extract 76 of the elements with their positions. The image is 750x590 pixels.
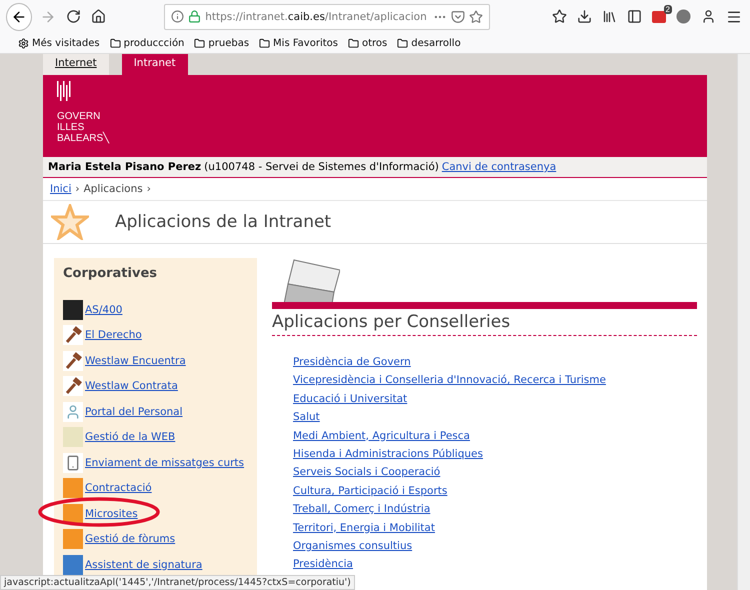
bookmark-item[interactable]: desarrollo	[397, 38, 461, 48]
site-tab[interactable]: Intranet	[122, 54, 188, 75]
conselleria-link[interactable]: Treball, Comerç i Indústria	[293, 503, 697, 516]
lock-icon	[188, 10, 202, 23]
user-detail: (u100748 - Servei de Sistemes d'Informació)	[204, 161, 439, 173]
scrollbar[interactable]	[737, 54, 750, 590]
conselleria-link[interactable]: Cultura, Participació i Esports	[293, 484, 697, 497]
url-text: https://intranet.caib.es/Intranet/aplicacion	[205, 10, 428, 22]
gavel-icon	[63, 325, 83, 346]
conselleria-link[interactable]: Educació i Universitat	[293, 392, 697, 405]
signature-icon	[63, 554, 83, 575]
web-icon	[63, 427, 83, 448]
chevron-icon: ›	[146, 183, 151, 195]
bookmark-item[interactable]: produccción	[110, 38, 184, 48]
app-link[interactable]: El Derecho	[85, 329, 142, 342]
gavel-icon	[63, 350, 83, 371]
app-link[interactable]: Enviament de missatges curts	[85, 456, 244, 469]
server-icon	[63, 300, 83, 320]
star-tray-icon[interactable]	[550, 7, 569, 26]
back-button[interactable]	[6, 2, 32, 30]
app-link[interactable]: Microsites	[85, 508, 138, 520]
folder-icon	[397, 38, 408, 48]
notification-badge: 2	[664, 4, 672, 14]
conselleria-link[interactable]: Organismes consultius	[293, 540, 697, 552]
conselleria-link[interactable]: Salut	[293, 411, 697, 424]
status-bar: javascript:actualitzaApl('1445','/Intranet/process/1445?ctxS=corporatiu')	[0, 575, 355, 590]
app-link[interactable]: Gestió de fòrums	[85, 533, 176, 546]
app-link[interactable]: Portal del Personal	[85, 406, 183, 418]
app-link[interactable]: Westlaw Contrata	[85, 380, 178, 392]
logo-icon	[57, 81, 71, 101]
chevron-icon: ›	[75, 183, 80, 195]
app-icon	[63, 478, 83, 498]
change-password-link[interactable]: Canvi de contrasenya	[442, 161, 556, 173]
reload-icon	[66, 9, 82, 24]
extension-icon[interactable]	[674, 7, 693, 26]
app-link[interactable]: Assistent de signatura	[85, 558, 202, 571]
app-link[interactable]: Contractació	[85, 482, 152, 494]
app-link[interactable]: AS/400	[85, 304, 122, 316]
gear-icon	[18, 38, 29, 48]
folder-icon	[348, 38, 359, 48]
info-icon	[171, 10, 184, 23]
home-icon	[91, 9, 106, 24]
bookmark-item[interactable]: otros	[348, 38, 388, 48]
conselleria-link[interactable]: Hisenda i Administracions Públiques	[293, 448, 697, 460]
section-title: Aplicacions per Conselleries	[272, 312, 697, 336]
app-link[interactable]: Westlaw Encuentra	[85, 354, 186, 367]
logo-text: GOVERN ILLES BALEARS╲	[57, 111, 110, 144]
folder-icon	[259, 38, 270, 48]
conselleria-link[interactable]: Medi Ambient, Agricultura i Pesca	[293, 430, 697, 442]
folder-icon	[194, 38, 206, 48]
app-link[interactable]: Gestió de la WEB	[85, 431, 176, 444]
folder-icon	[110, 38, 121, 48]
user-name: Maria Estela Pisano Perez	[48, 161, 202, 173]
breadcrumb-item: Aplicacions	[84, 183, 143, 195]
bookmark-item[interactable]: pruebas	[194, 38, 250, 48]
page-title: Aplicacions de la Intranet	[115, 212, 332, 232]
conselleria-link[interactable]: Vicepresidència i Conselleria d'Innovació, Recerca i Turisme	[293, 374, 697, 386]
bookmark-item[interactable]: Mis Favoritos	[259, 38, 338, 48]
person-icon	[63, 402, 83, 422]
app-icon	[63, 529, 83, 550]
bookmark-star-icon[interactable]	[469, 10, 483, 24]
conselleria-link[interactable]: Territori, Energia i Mobilitat	[293, 522, 697, 534]
bookmark-item[interactable]: Més visitades	[18, 38, 100, 48]
phone-icon	[63, 452, 83, 473]
pocket-icon[interactable]	[451, 10, 465, 24]
panel-title: Corporatives	[63, 266, 158, 281]
laptop-icon	[284, 258, 340, 304]
gavel-icon	[63, 376, 83, 396]
site-tab[interactable]: Internet	[43, 54, 109, 75]
conselleria-link[interactable]: Presidència de Govern	[293, 356, 697, 368]
app-icon	[63, 504, 83, 524]
conselleria-link[interactable]: Presidència	[293, 558, 697, 570]
conselleria-link[interactable]: Serveis Socials i Cooperació	[293, 466, 697, 478]
address-bar[interactable]: https://intranet.caib.es/Intranet/aplicacion	[164, 4, 490, 30]
star-icon	[51, 204, 89, 240]
breadcrumb-link[interactable]: Inici	[50, 183, 72, 195]
